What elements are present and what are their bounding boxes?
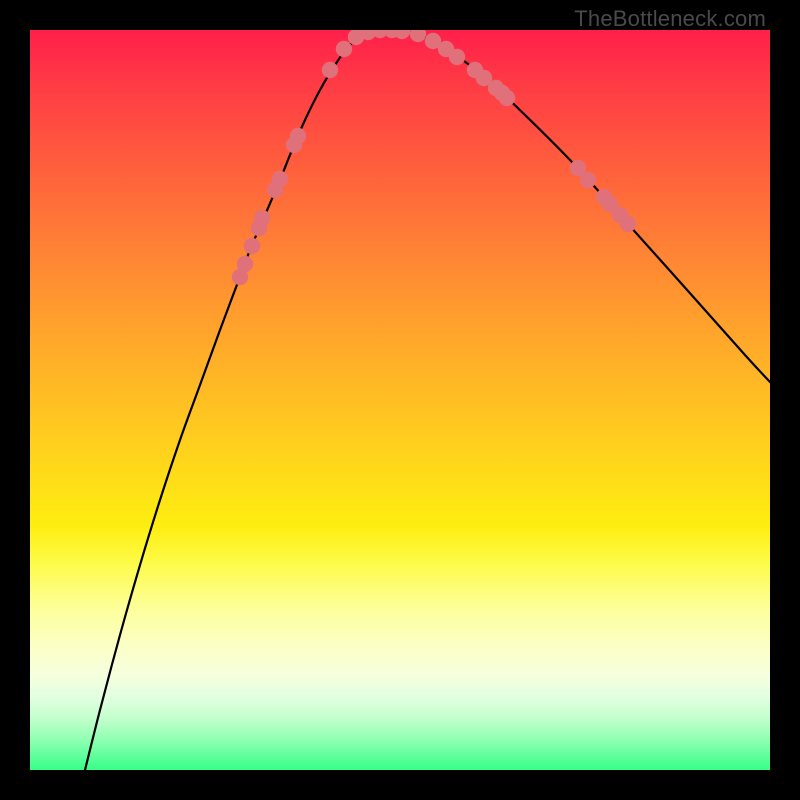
curve-marker [410, 30, 426, 42]
bottleneck-curve [85, 30, 770, 770]
curve-marker [237, 256, 253, 272]
curve-marker [244, 238, 260, 254]
chart-svg [30, 30, 770, 770]
chart-frame: TheBottleneck.com [0, 0, 800, 800]
watermark-text: TheBottleneck.com [574, 6, 766, 32]
curve-marker [449, 49, 465, 65]
curve-marker [499, 90, 515, 106]
curve-marker [272, 171, 288, 187]
plot-area [30, 30, 770, 770]
curve-marker [322, 62, 338, 78]
curve-marker [336, 41, 352, 57]
curve-marker [290, 128, 306, 144]
curve-markers [232, 30, 636, 285]
curve-marker [394, 30, 410, 39]
curve-marker [620, 216, 636, 232]
curve-marker [254, 210, 270, 226]
curve-marker [580, 172, 596, 188]
